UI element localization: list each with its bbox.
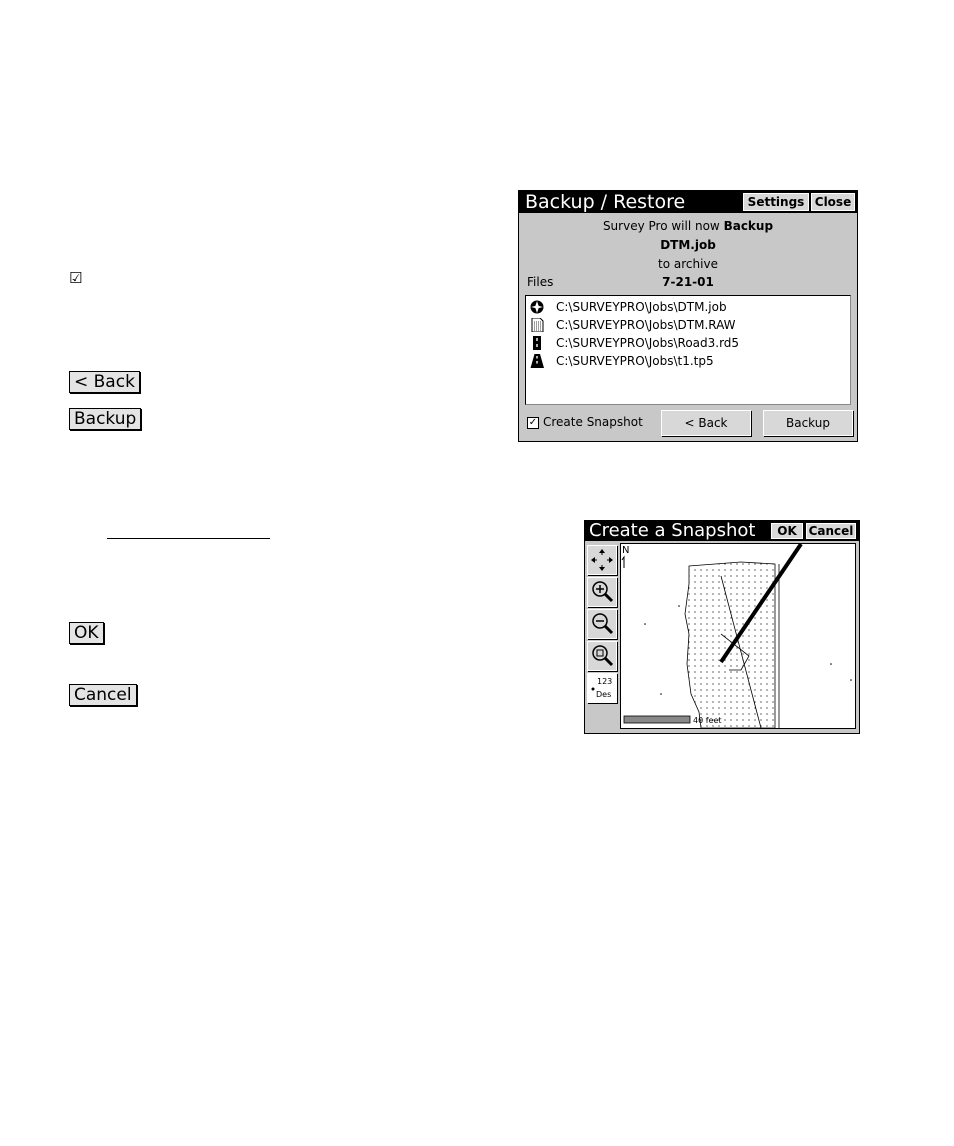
north-arrow-icon bbox=[621, 555, 625, 568]
map-canvas[interactable]: N 40 feet bbox=[620, 543, 856, 729]
create-snapshot-window: Create a Snapshot OK Cancel 123 Des N 40… bbox=[584, 520, 860, 734]
create-snapshot-label: Create Snapshot bbox=[543, 415, 643, 429]
job-name: DTM.job bbox=[660, 238, 716, 252]
settings-button[interactable]: Settings bbox=[743, 193, 809, 211]
back-button-glyph: < Back bbox=[69, 371, 140, 393]
map-drawing: N 40 feet bbox=[621, 544, 852, 728]
description-icon: 123 Des bbox=[591, 677, 612, 699]
survey-point bbox=[678, 605, 680, 607]
survey-point bbox=[644, 623, 646, 625]
message-prefix: Survey Pro will now bbox=[602, 219, 720, 233]
title-bar: Backup / Restore Settings Close bbox=[519, 191, 857, 213]
cancel-button[interactable]: Cancel bbox=[806, 523, 856, 539]
zoom-extents-icon bbox=[592, 645, 614, 667]
backup-button-glyph: Backup bbox=[69, 408, 142, 430]
zoom-in-button[interactable] bbox=[587, 577, 617, 607]
zoom-out-icon bbox=[592, 613, 614, 635]
underline-rule bbox=[107, 538, 270, 539]
window-title: Create a Snapshot bbox=[589, 520, 756, 541]
file-path: C:\SURVEYPRO\Jobs\t1.tp5 bbox=[556, 354, 714, 368]
checkmark-icon: ✓ bbox=[527, 416, 539, 429]
file-list-item[interactable]: C:\SURVEYPRO\Jobs\DTM.RAW bbox=[526, 316, 850, 334]
des-bottom-text: Des bbox=[596, 690, 611, 699]
scale-label: 40 feet bbox=[693, 716, 722, 725]
backup-restore-window: Backup / Restore Settings Close Survey P… bbox=[518, 190, 858, 442]
message-action: Backup bbox=[723, 219, 774, 233]
file-path: C:\SURVEYPRO\Jobs\DTM.RAW bbox=[556, 318, 736, 332]
description-tool-button[interactable]: 123 Des bbox=[587, 673, 617, 703]
close-button[interactable]: Close bbox=[811, 193, 855, 211]
ok-button[interactable]: OK bbox=[771, 523, 803, 539]
backup-message-line1: Survey Pro will now Backup bbox=[519, 217, 857, 235]
file-list-item[interactable]: C:\SURVEYPRO\Jobs\t1.tp5 bbox=[526, 352, 850, 370]
zoom-extents-button[interactable] bbox=[587, 641, 617, 671]
pan-tool-button[interactable] bbox=[587, 545, 617, 575]
zoom-out-button[interactable] bbox=[587, 609, 617, 639]
cancel-button-glyph: Cancel bbox=[69, 684, 137, 706]
checkbox-glyph: ☑ bbox=[69, 269, 83, 287]
north-label: N bbox=[622, 545, 629, 556]
file-path: C:\SURVEYPRO\Jobs\Road3.rd5 bbox=[556, 336, 740, 350]
create-snapshot-checkbox[interactable]: ✓ Create Snapshot bbox=[527, 415, 643, 429]
survey-point bbox=[830, 663, 832, 665]
file-list-item[interactable]: C:\SURVEYPRO\Jobs\DTM.job bbox=[526, 298, 850, 316]
title-bar: Create a Snapshot OK Cancel bbox=[585, 521, 859, 541]
scale-bar bbox=[623, 715, 691, 724]
message-line3: to archive bbox=[658, 257, 718, 271]
survey-point bbox=[850, 679, 852, 681]
raw-file-icon bbox=[531, 318, 544, 332]
file-path: C:\SURVEYPRO\Jobs\DTM.job bbox=[556, 300, 727, 314]
parcel-boundary bbox=[684, 561, 776, 728]
zoom-in-icon bbox=[592, 581, 614, 603]
ok-button-glyph: OK bbox=[69, 622, 104, 644]
window-title: Backup / Restore bbox=[525, 191, 686, 213]
survey-point bbox=[660, 693, 662, 695]
pan-icon bbox=[591, 549, 613, 571]
file-list[interactable]: C:\SURVEYPRO\Jobs\DTM.job C:\SURVEYPRO\J… bbox=[525, 295, 851, 405]
road-icon bbox=[533, 336, 541, 350]
job-icon bbox=[530, 300, 544, 314]
template-icon bbox=[529, 354, 544, 368]
archive-name: 7-21-01 bbox=[662, 275, 714, 289]
file-list-item[interactable]: C:\SURVEYPRO\Jobs\Road3.rd5 bbox=[526, 334, 850, 352]
des-top-text: 123 bbox=[597, 677, 612, 686]
backup-button[interactable]: Backup bbox=[763, 410, 853, 436]
back-button[interactable]: < Back bbox=[661, 410, 751, 436]
